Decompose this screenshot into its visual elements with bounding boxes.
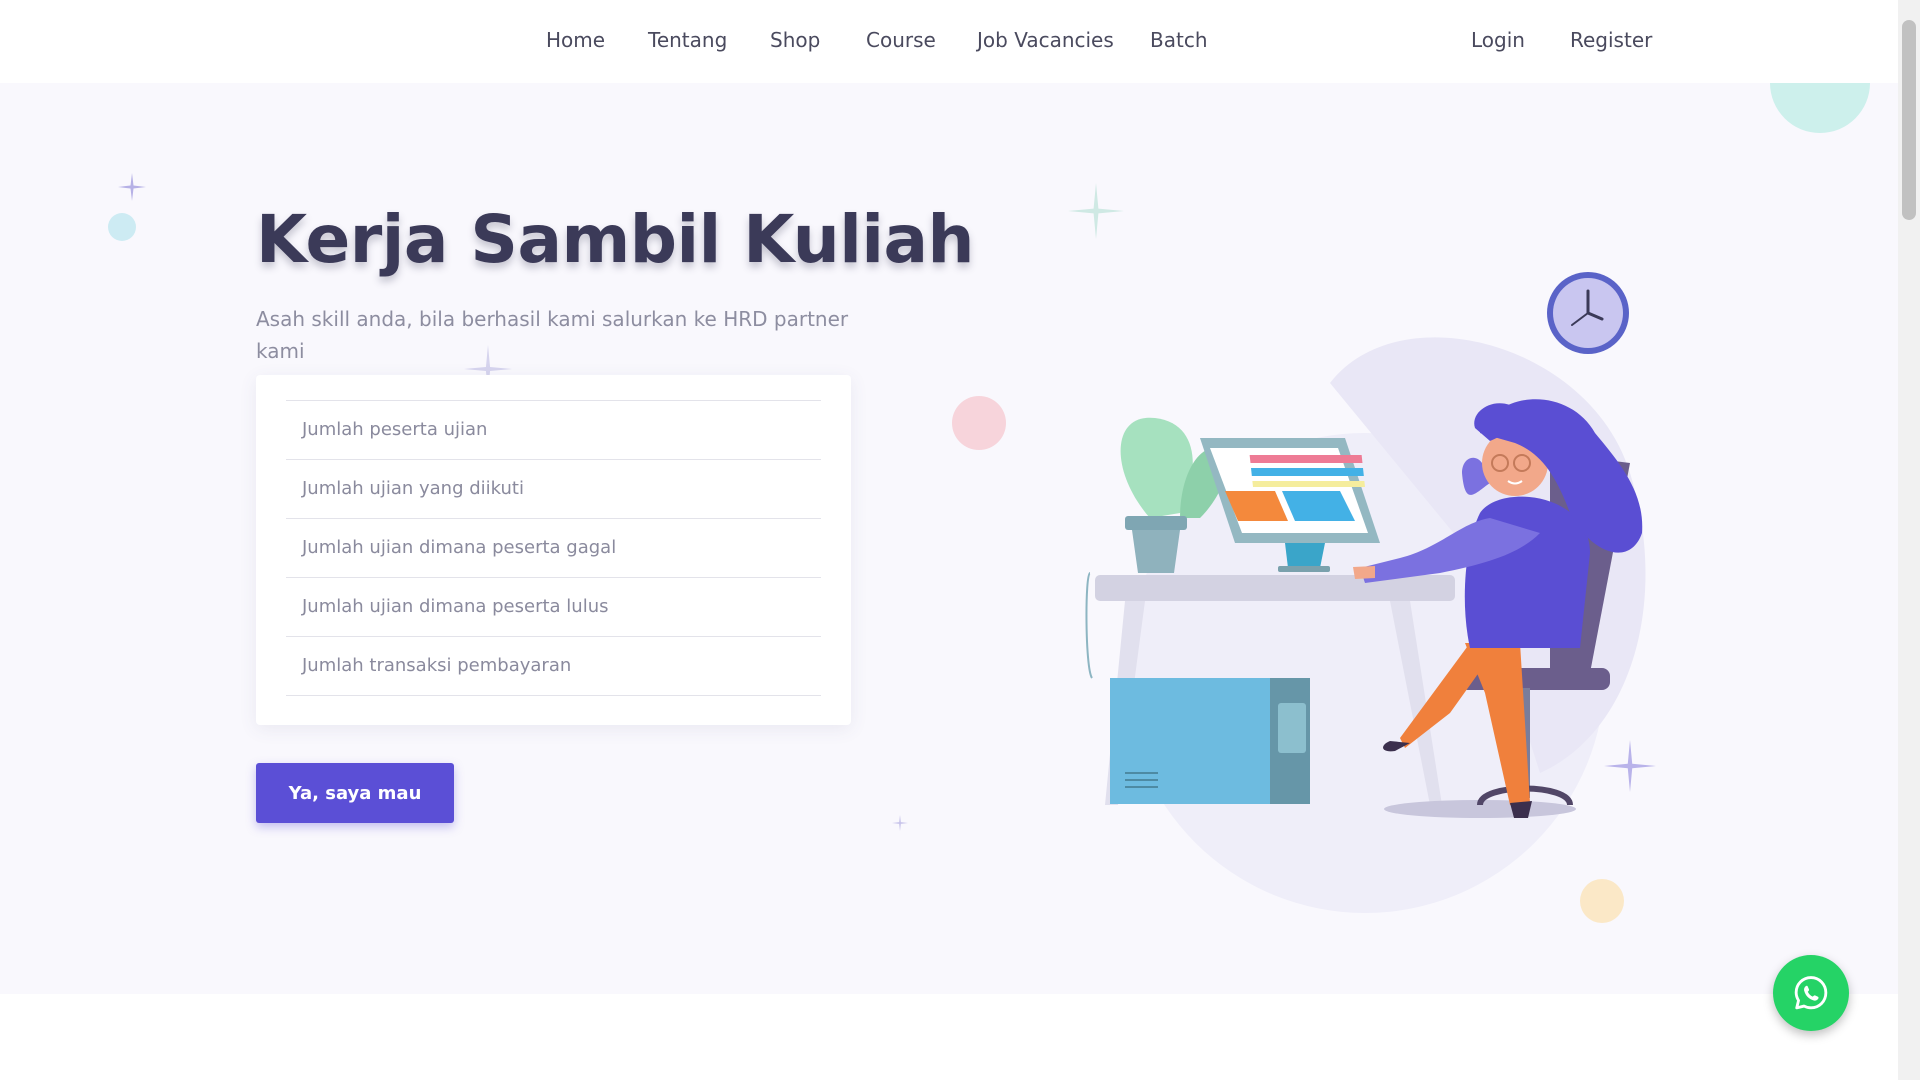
hero-section: Kerja Sambil Kuliah Asah skill anda, bil… [0, 83, 1898, 994]
stats-item-payment-transactions: Jumlah transaksi pembayaran [286, 637, 821, 696]
sparkle-icon [892, 815, 908, 831]
hero-title: Kerja Sambil Kuliah [256, 201, 974, 278]
cta-button[interactable]: Ya, saya mau [256, 763, 454, 823]
whatsapp-icon [1794, 976, 1828, 1010]
sparkle-icon [118, 173, 146, 201]
woman-at-desk-illustration [1085, 272, 1646, 913]
nav-link-shop[interactable]: Shop [770, 28, 820, 52]
stats-list: Jumlah peserta ujian Jumlah ujian yang d… [286, 400, 821, 696]
top-navbar: Home Tentang Shop Course Job Vacancies B… [0, 0, 1898, 83]
login-link[interactable]: Login [1471, 28, 1525, 52]
nav-link-batch[interactable]: Batch [1150, 28, 1208, 52]
stats-item-participants: Jumlah peserta ujian [286, 401, 821, 460]
decorative-circle [1770, 83, 1870, 133]
nav-link-job-vacancies[interactable]: Job Vacancies [977, 28, 1114, 52]
whatsapp-button[interactable] [1773, 955, 1849, 1031]
stats-item-exams-taken: Jumlah ujian yang diikuti [286, 460, 821, 519]
register-link[interactable]: Register [1570, 28, 1652, 52]
decorative-circle [952, 396, 1006, 450]
decorative-circle [108, 213, 136, 241]
nav-link-home[interactable]: Home [546, 28, 605, 52]
stats-item-exams-failed: Jumlah ujian dimana peserta gagal [286, 519, 821, 578]
page-scrollbar[interactable] [1898, 0, 1920, 1080]
stats-card: Jumlah peserta ujian Jumlah ujian yang d… [256, 375, 851, 725]
hero-subtitle: Asah skill anda, bila berhasil kami salu… [256, 307, 849, 363]
scrollbar-thumb[interactable] [1902, 20, 1916, 220]
nav-link-course[interactable]: Course [866, 28, 936, 52]
nav-link-tentang[interactable]: Tentang [648, 28, 727, 52]
stats-item-exams-passed: Jumlah ujian dimana peserta lulus [286, 578, 821, 637]
